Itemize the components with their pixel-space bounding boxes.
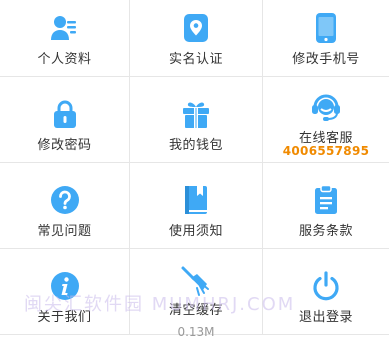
book-icon xyxy=(179,183,213,217)
broom-icon xyxy=(179,264,213,298)
logout-item[interactable]: 退出登录 xyxy=(263,249,389,335)
power-icon xyxy=(309,269,343,303)
info-icon xyxy=(48,269,82,303)
change-phone-item[interactable]: 修改手机号 xyxy=(263,0,389,77)
faq-item[interactable]: 常见问题 xyxy=(0,163,130,249)
wallet-label: 我的钱包 xyxy=(168,138,223,153)
question-icon xyxy=(48,183,82,217)
phone-icon xyxy=(309,11,343,45)
usage-notes-label: 使用须知 xyxy=(168,224,223,239)
lock-icon xyxy=(48,97,82,131)
customer-service-item[interactable]: 在线客服 4006557895 xyxy=(263,77,389,163)
change-password-label: 修改密码 xyxy=(37,138,92,153)
clipboard-icon xyxy=(309,183,343,217)
headset-icon xyxy=(309,90,343,124)
verification-label: 实名认证 xyxy=(168,52,223,67)
usage-notes-item[interactable]: 使用须知 xyxy=(130,163,263,249)
location-badge-icon xyxy=(179,11,213,45)
about-item[interactable]: 关于我们 xyxy=(0,249,130,335)
change-phone-label: 修改手机号 xyxy=(292,52,360,67)
wallet-item[interactable]: 我的钱包 xyxy=(130,77,263,163)
settings-grid: 个人资料 实名认证 修改手机号 修改密码 我的钱包 在线客服 400655789… xyxy=(0,0,389,339)
profile-label: 个人资料 xyxy=(37,52,92,67)
service-phone-number[interactable]: 4006557895 xyxy=(283,144,370,158)
change-password-item[interactable]: 修改密码 xyxy=(0,77,130,163)
cache-size: 0.13M xyxy=(177,325,215,339)
profile-item[interactable]: 个人资料 xyxy=(0,0,130,77)
about-label: 关于我们 xyxy=(37,310,92,325)
gift-icon xyxy=(179,97,213,131)
verification-item[interactable]: 实名认证 xyxy=(130,0,263,77)
logout-label: 退出登录 xyxy=(298,310,353,325)
faq-label: 常见问题 xyxy=(37,224,92,239)
terms-label: 服务条款 xyxy=(298,224,353,239)
terms-item[interactable]: 服务条款 xyxy=(263,163,389,249)
profile-icon xyxy=(48,11,82,45)
clear-cache-label: 清空缓存 xyxy=(168,303,223,318)
clear-cache-item[interactable]: 清空缓存 0.13M xyxy=(130,249,263,339)
